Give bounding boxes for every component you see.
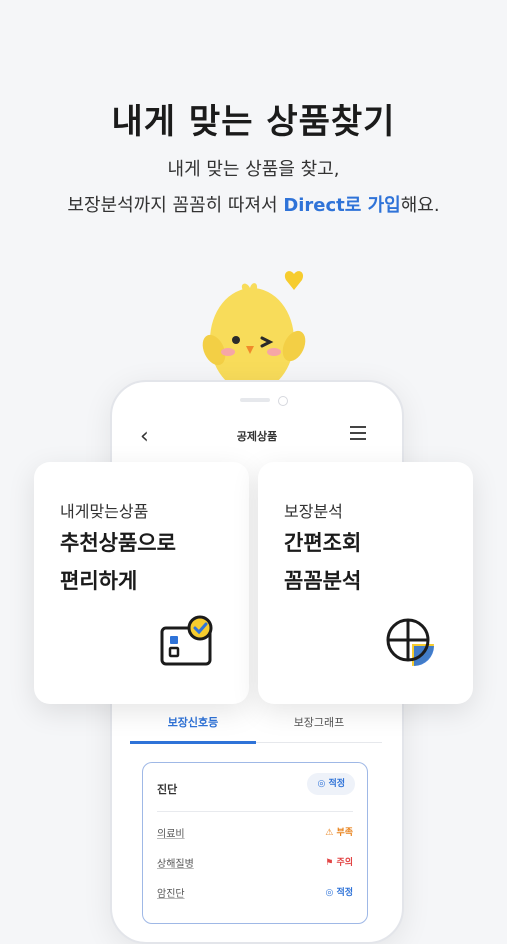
- recommend-card[interactable]: 내게맞는상품 추천상품으로 편리하게: [34, 462, 249, 704]
- diagnosis-row[interactable]: 암진단 ◎ 적정: [157, 885, 353, 905]
- subtitle-highlight: Direct로 가입: [283, 195, 401, 216]
- tab-coverage-signal[interactable]: 보장신호등: [130, 714, 256, 730]
- chick-mascot-illustration: [202, 271, 306, 392]
- card-heading: 간편조회 꼼꼼분석: [284, 524, 361, 600]
- tab-bar: 보장신호등 보장그래프: [130, 710, 382, 744]
- row-status: ⚑ 주의: [325, 858, 353, 868]
- id-card-check-icon: [160, 615, 213, 666]
- status-badge-label: 적정: [328, 779, 345, 789]
- row-label: 암진단: [157, 889, 185, 900]
- card-heading-line-1: 추천상품으로: [60, 531, 176, 555]
- status-badge: ◎ 적정: [307, 773, 355, 795]
- card-subtitle: 보장분석: [284, 502, 343, 521]
- phone-speaker: [240, 398, 270, 402]
- subtitle-prefix: 보장분석까지 꼼꼼히 따져서: [67, 195, 284, 216]
- card-subtitle: 내게맞는상품: [60, 502, 149, 521]
- card-heading-line-2: 편리하게: [60, 569, 138, 593]
- divider: [157, 811, 353, 812]
- subtitle-line-1: 내게 맞는 상품을 찾고,: [167, 159, 340, 180]
- row-label: 상해질병: [157, 859, 194, 870]
- page-title: 내게 맞는 상품찾기: [111, 102, 396, 142]
- diagnosis-header: 진단: [157, 783, 178, 796]
- card-heading: 추천상품으로 편리하게: [60, 524, 176, 600]
- card-heading-line-2: 꼼꼼분석: [284, 569, 362, 593]
- row-status: ⚠ 부족: [325, 828, 353, 838]
- diagnosis-row[interactable]: 의료비 ⚠ 부족: [157, 825, 353, 845]
- tab-coverage-graph[interactable]: 보장그래프: [256, 714, 382, 730]
- row-label: 의료비: [157, 829, 185, 840]
- subtitle-line-2: 보장분석까지 꼼꼼히 따져서 Direct로 가입해요.: [0, 188, 507, 224]
- card-heading-line-1: 간편조회: [284, 531, 362, 555]
- active-tab-indicator: [130, 741, 256, 744]
- analysis-card[interactable]: 보장분석 간편조회 꼼꼼분석: [258, 462, 473, 704]
- subtitle-suffix: 해요.: [400, 195, 440, 216]
- pie-analysis-icon: [386, 618, 434, 666]
- row-status: ◎ 적정: [325, 888, 353, 898]
- page-subtitle: 내게 맞는 상품을 찾고, 보장분석까지 꼼꼼히 따져서 Direct로 가입해…: [0, 152, 507, 224]
- diagnosis-row[interactable]: 상해질병 ⚑ 주의: [157, 855, 353, 875]
- phone-camera: [278, 396, 288, 406]
- hamburger-menu-icon[interactable]: [350, 426, 366, 444]
- heart-icon: [284, 271, 304, 290]
